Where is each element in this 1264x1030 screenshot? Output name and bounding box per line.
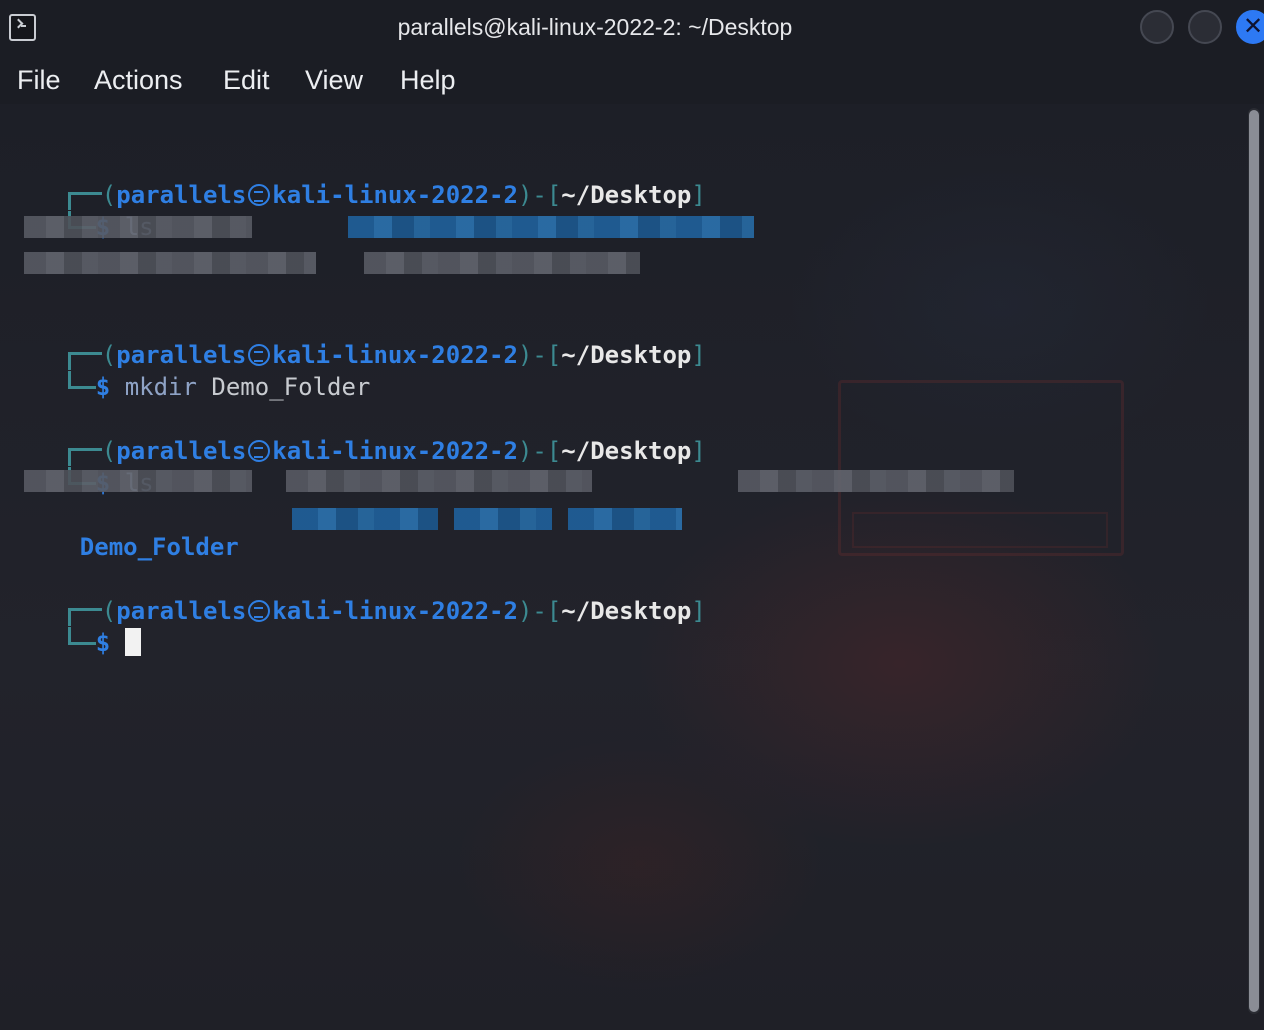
command-argument: Demo_Folder xyxy=(211,373,371,401)
prompt-dollar: $ xyxy=(95,373,111,401)
redacted-output xyxy=(348,216,754,238)
prompt-path: ~/Desktop xyxy=(561,437,692,465)
prompt-path: ~/Desktop xyxy=(561,597,692,625)
text-cursor xyxy=(124,628,141,656)
close-button[interactable]: ✕ xyxy=(1236,10,1264,44)
prompt-host: kali-linux-2022-2 xyxy=(272,181,518,209)
command-text: mkdir xyxy=(124,373,197,401)
kali-skull-icon xyxy=(248,600,271,622)
redacted-output xyxy=(738,470,1014,492)
redacted-output xyxy=(454,508,552,530)
kali-skull-icon xyxy=(248,440,271,462)
prompt-close: ] xyxy=(691,597,706,625)
menu-help[interactable]: Help xyxy=(400,65,456,96)
prompt-path: ~/Desktop xyxy=(561,341,692,369)
prompt-path: ~/Desktop xyxy=(561,181,692,209)
prompt-dollar: $ xyxy=(95,629,111,657)
command-line: $ mkdir Demo_Folder xyxy=(10,339,370,401)
minimize-button[interactable] xyxy=(1140,10,1174,44)
title-bar: parallels@kali-linux-2022-2: ~/Desktop ✕ xyxy=(0,0,1264,56)
redacted-output xyxy=(568,508,682,530)
folder-name: Demo_Folder xyxy=(79,533,239,561)
prompt-corner-bottom xyxy=(67,371,96,389)
prompt-mid: )-[ xyxy=(517,597,562,625)
prompt-line: (parallels kali-linux-2022-2)-[~/Desktop] xyxy=(10,147,706,210)
command-line: $ ls xyxy=(10,179,154,241)
maximize-button[interactable] xyxy=(1188,10,1222,44)
redacted-output xyxy=(286,470,592,492)
active-command-line[interactable]: $ xyxy=(10,595,141,657)
prompt-line: (parallels kali-linux-2022-2)-[~/Desktop] xyxy=(10,563,706,626)
prompt-host: kali-linux-2022-2 xyxy=(272,437,518,465)
prompt-mid: )-[ xyxy=(517,341,562,369)
menu-file[interactable]: File xyxy=(17,65,61,96)
redacted-output xyxy=(24,252,316,274)
menu-bar: File Actions Edit View Help xyxy=(0,56,1264,104)
prompt-line: (parallels kali-linux-2022-2)-[~/Desktop] xyxy=(10,307,706,370)
menu-actions[interactable]: Actions xyxy=(94,65,183,96)
window-title: parallels@kali-linux-2022-2: ~/Desktop xyxy=(397,14,793,40)
prompt-close: ] xyxy=(691,181,706,209)
redacted-output xyxy=(24,216,252,238)
redacted-output xyxy=(24,470,252,492)
scrollbar-thumb[interactable] xyxy=(1249,110,1259,1012)
redacted-output xyxy=(364,252,640,274)
list-item-folder: Demo_Folder xyxy=(22,499,239,561)
prompt-close: ] xyxy=(691,437,706,465)
prompt-close: ] xyxy=(691,341,706,369)
kali-skull-icon xyxy=(248,184,271,206)
close-icon: ✕ xyxy=(1242,12,1264,40)
menu-view[interactable]: View xyxy=(305,65,363,96)
prompt-corner-bottom xyxy=(67,627,96,645)
menu-edit[interactable]: Edit xyxy=(223,65,270,96)
prompt-mid: )-[ xyxy=(517,437,562,465)
command-line: $ ls xyxy=(10,435,154,497)
prompt-host: kali-linux-2022-2 xyxy=(272,597,518,625)
prompt-line: (parallels kali-linux-2022-2)-[~/Desktop] xyxy=(10,403,706,466)
prompt-mid: )-[ xyxy=(517,181,562,209)
terminal-output[interactable]: (parallels kali-linux-2022-2)-[~/Desktop]… xyxy=(0,104,1244,1030)
redacted-output xyxy=(292,508,438,530)
